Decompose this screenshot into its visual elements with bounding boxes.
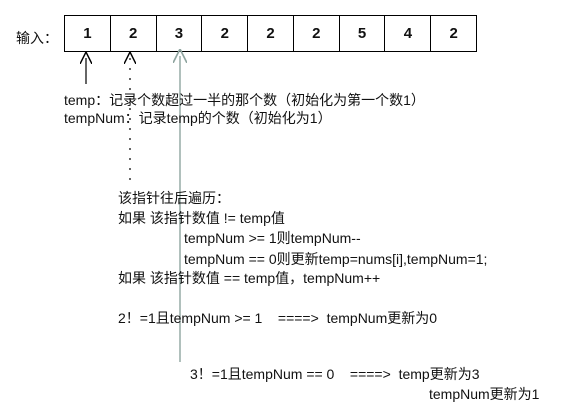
rule-case-eq-0: tempNum == 0则更新temp=nums[i],tempNum=1; bbox=[184, 251, 488, 267]
diagram-canvas: 输入： 1 2 3 2 2 2 5 4 2 temp：记录个数超过一半的那个数（… bbox=[0, 0, 566, 415]
example-2-continued: tempNum更新为1 bbox=[429, 386, 540, 402]
tempnum-description: tempNum：记录temp的个数（初始化为1） bbox=[64, 110, 332, 126]
rule-case-ge-1: tempNum >= 1则tempNum-- bbox=[184, 230, 361, 246]
rule-intro: 该指针往后遍历： bbox=[118, 190, 230, 206]
temp-description: temp：记录个数超过一半的那个数（初始化为第一个数1） bbox=[64, 92, 425, 108]
example-1: 2！=1且tempNum >= 1 ====> tempNum更新为0 bbox=[118, 310, 438, 326]
rule-if-equal: 如果 该指针数值 == temp值，tempNum++ bbox=[118, 270, 381, 286]
example-2: 3！=1且tempNum == 0 ====> temp更新为3 bbox=[190, 366, 480, 382]
rule-if-not-equal: 如果 该指针数值 != temp值 bbox=[118, 210, 285, 226]
pointer-arrows bbox=[0, 0, 566, 362]
